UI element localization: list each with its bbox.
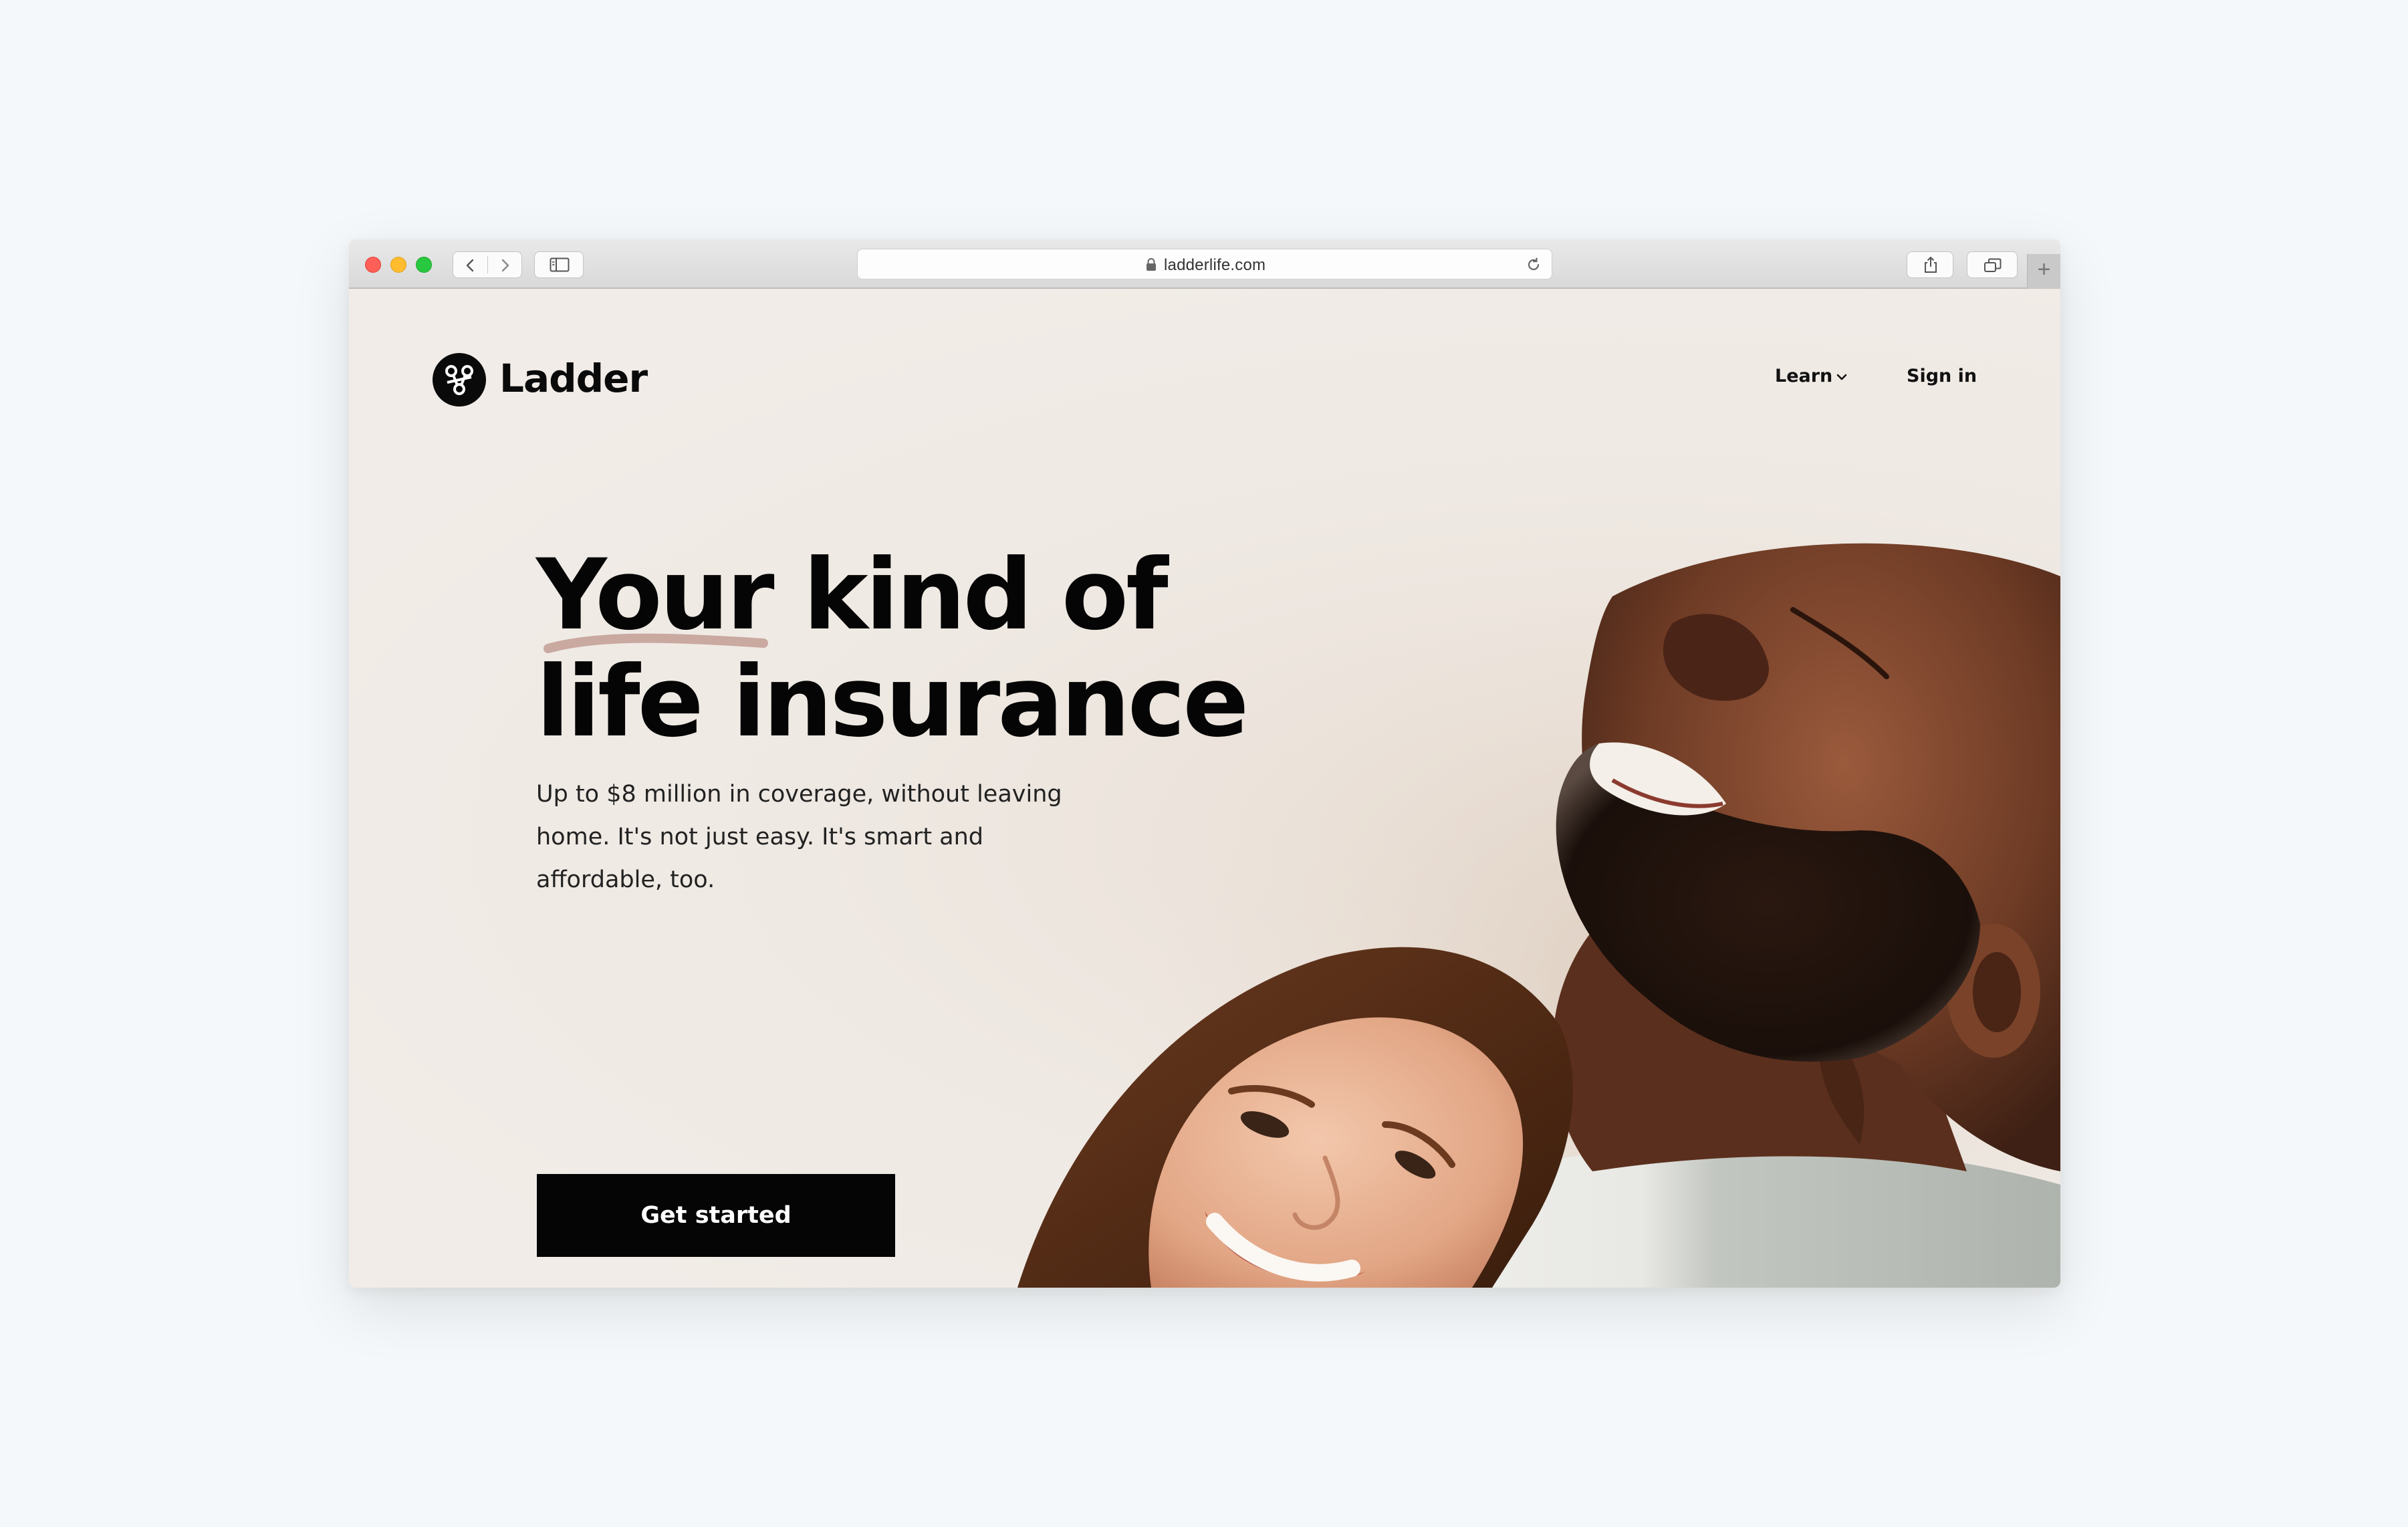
- chevron-down-icon: [1836, 374, 1847, 380]
- ladder-logo-icon[interactable]: [433, 353, 486, 406]
- browser-toolbar: ladderlife.com +: [349, 239, 2060, 289]
- plus-icon: +: [2037, 257, 2051, 282]
- nav-sign-in-link[interactable]: Sign in: [1907, 365, 1977, 388]
- browser-window: ladderlife.com + Ladder Learn Sign in Yo…: [349, 239, 2060, 1288]
- reload-icon[interactable]: [1525, 256, 1542, 273]
- address-bar[interactable]: ladderlife.com: [857, 249, 1552, 279]
- headline-word-your: Your: [536, 538, 775, 652]
- sidebar-toggle-button[interactable]: [534, 251, 584, 278]
- hero-headline: Your kind of life insurance: [536, 542, 1325, 755]
- headline-line1-rest: kind of: [771, 538, 1168, 652]
- address-url: ladderlife.com: [1164, 256, 1266, 274]
- sidebar-icon: [550, 257, 570, 272]
- web-page: Ladder Learn Sign in Your kind of life in…: [349, 289, 2060, 1288]
- headline-line2: life insurance: [536, 645, 1249, 759]
- brand-name[interactable]: Ladder: [499, 357, 648, 400]
- nav-learn-label: Learn: [1775, 366, 1833, 386]
- show-tabs-button[interactable]: [1967, 251, 2018, 278]
- nav-learn-dropdown[interactable]: Learn: [1775, 365, 1847, 388]
- share-icon: [1925, 257, 1937, 273]
- forward-arrow-icon[interactable]: [496, 257, 513, 274]
- new-tab-button[interactable]: +: [2027, 254, 2060, 289]
- share-button[interactable]: [1907, 251, 1953, 278]
- get-started-button[interactable]: Get started: [537, 1174, 895, 1257]
- nav-divider: [487, 256, 488, 273]
- history-nav-group: [453, 251, 522, 278]
- zoom-window-button[interactable]: [416, 257, 432, 273]
- lock-icon: [1147, 258, 1156, 271]
- close-window-button[interactable]: [365, 257, 381, 273]
- hero-subtext: Up to $8 million in coverage, without le…: [536, 781, 1062, 893]
- minimize-window-button[interactable]: [390, 257, 406, 273]
- tabs-overview-icon: [1984, 258, 2002, 272]
- back-arrow-icon[interactable]: [462, 257, 479, 274]
